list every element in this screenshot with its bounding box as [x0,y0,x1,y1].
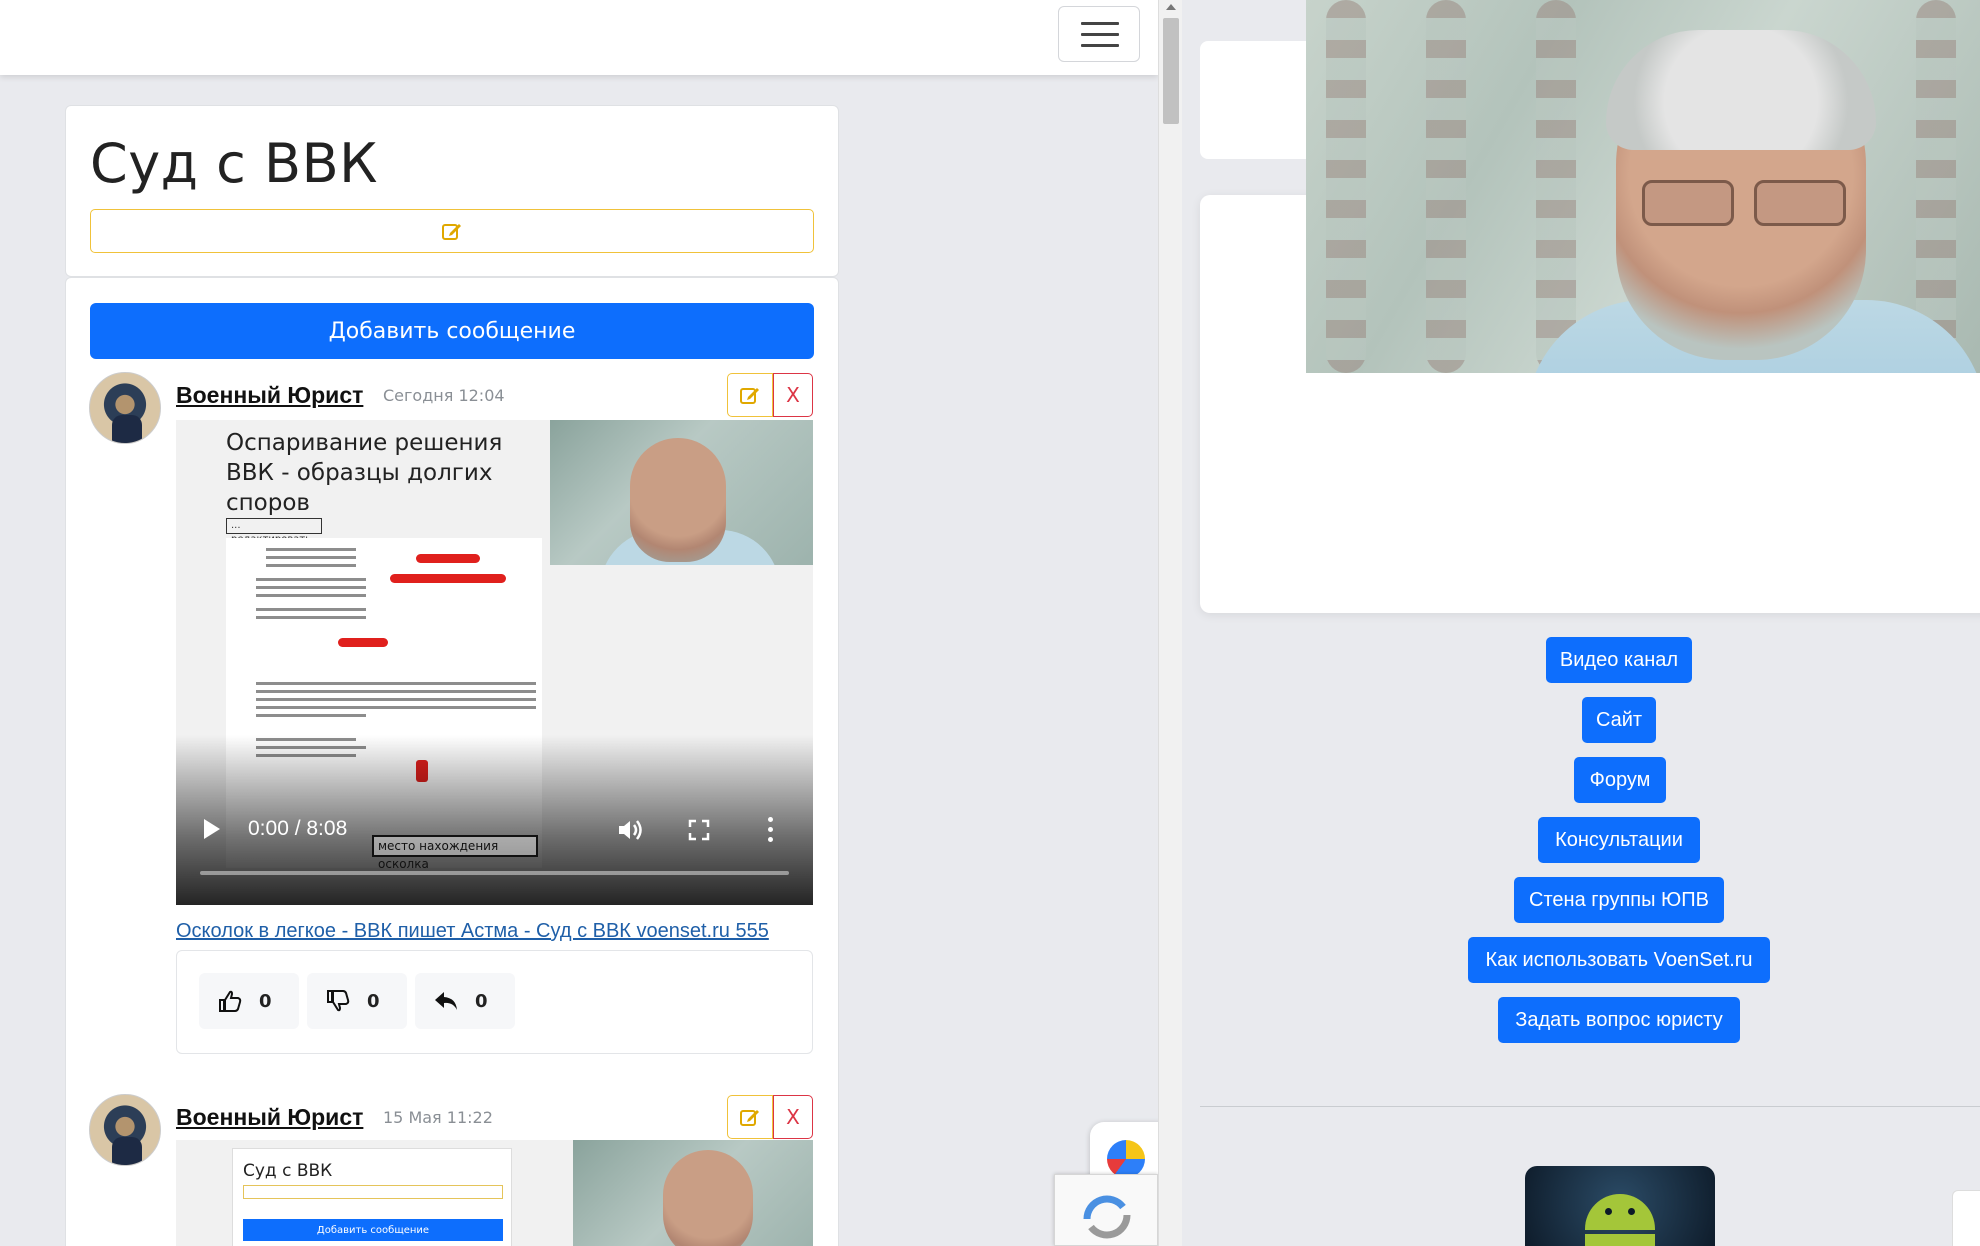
sidebar: Видео канал Сайт Форум Консультации Стен… [1182,0,1980,1246]
android-app-banner[interactable] [1525,1166,1715,1246]
video-thumbnail-page: Суд с ВВК Добавить сообщение [232,1148,512,1246]
recaptcha-badge[interactable] [1054,1174,1158,1246]
video-player[interactable]: Оспаривание решения ВВК - образцы долгих… [176,420,813,905]
android-icon [1585,1194,1655,1230]
avatar[interactable] [89,1094,161,1166]
add-message-button[interactable]: Добавить сообщение [90,303,814,359]
scroll-up-arrow-icon[interactable] [1166,4,1176,10]
post-author-link[interactable]: Военный Юрист [176,382,363,409]
main-pane: Суд с ВВК Добавить сообщение Военный Юри… [0,0,1158,1246]
sidebar-button-consultations[interactable]: Консультации [1538,817,1700,863]
video-edit-tag: ... редактировать ... [226,518,322,559]
hamburger-menu-icon [1081,22,1119,25]
dislike-count: 0 [367,990,380,1012]
volume-icon[interactable] [616,817,644,843]
play-icon[interactable] [204,819,220,839]
like-button[interactable]: 0 [199,973,299,1029]
sidebar-button-group-wall[interactable]: Стена группы ЮПВ [1514,877,1724,923]
edit-icon [740,388,759,404]
video-slide-title: Оспаривание решения ВВК - образцы долгих… [226,430,503,516]
sidebar-button-how-to-use[interactable]: Как использовать VoenSet.ru [1468,937,1770,983]
sidebar-button-site[interactable]: Сайт [1582,697,1656,743]
video-thumbnail-button: Добавить сообщение [243,1219,503,1241]
page-title: Суд с ВВК [90,132,378,195]
reply-icon [435,992,457,1010]
edit-topic-button[interactable] [90,209,814,253]
video-webcam-inset [550,420,813,565]
avatar[interactable] [89,372,161,444]
thumbs-down-icon [327,990,350,1012]
like-count: 0 [259,990,272,1012]
delete-post-button[interactable]: X [773,373,813,417]
post-author-link[interactable]: Военный Юрист [176,1104,363,1131]
video-time: 0:00 / 8:08 [248,817,348,840]
video-controls: 0:00 / 8:08 [176,815,813,845]
divider [1200,1106,1980,1107]
sidebar-button-forum[interactable]: Форум [1574,757,1666,803]
hamburger-menu-button[interactable] [1058,6,1140,62]
sidebar-button-video-channel[interactable]: Видео канал [1546,637,1692,683]
dislike-button[interactable]: 0 [307,973,407,1029]
topic-header-card: Суд с ВВК [65,105,839,277]
sidebar-button-ask-lawyer[interactable]: Задать вопрос юристу [1498,997,1740,1043]
more-options-icon[interactable] [768,817,774,843]
sidebar-card [1952,1190,1980,1246]
edit-icon [740,1110,759,1126]
edit-icon [442,224,461,240]
thumbs-up-icon [219,990,242,1012]
video-webcam-inset [573,1140,813,1246]
fullscreen-icon[interactable] [688,819,710,841]
webcam-video[interactable] [1306,0,1980,373]
post-timestamp: Сегодня 12:04 [383,386,505,405]
assistant-logo-icon [1107,1140,1145,1178]
scroll-thumb[interactable] [1163,18,1179,124]
recaptcha-icon [1083,1195,1131,1239]
top-navbar [0,0,1158,75]
reply-count: 0 [475,990,488,1012]
post-timestamp: 15 Мая 11:22 [383,1108,493,1127]
edit-post-button[interactable] [727,1095,773,1139]
scrollbar[interactable] [1158,0,1182,1246]
reply-button[interactable]: 0 [415,973,515,1029]
video-thumbnail-title: Суд с ВВК [243,1161,333,1181]
post-video-link[interactable]: Осколок в легкое - ВВК пишет Астма - Суд… [176,920,769,943]
delete-post-button[interactable]: X [773,1095,813,1139]
edit-post-button[interactable] [727,373,773,417]
video-progress-bar[interactable] [200,871,789,875]
reactions-bar: 0 0 0 [176,950,813,1054]
